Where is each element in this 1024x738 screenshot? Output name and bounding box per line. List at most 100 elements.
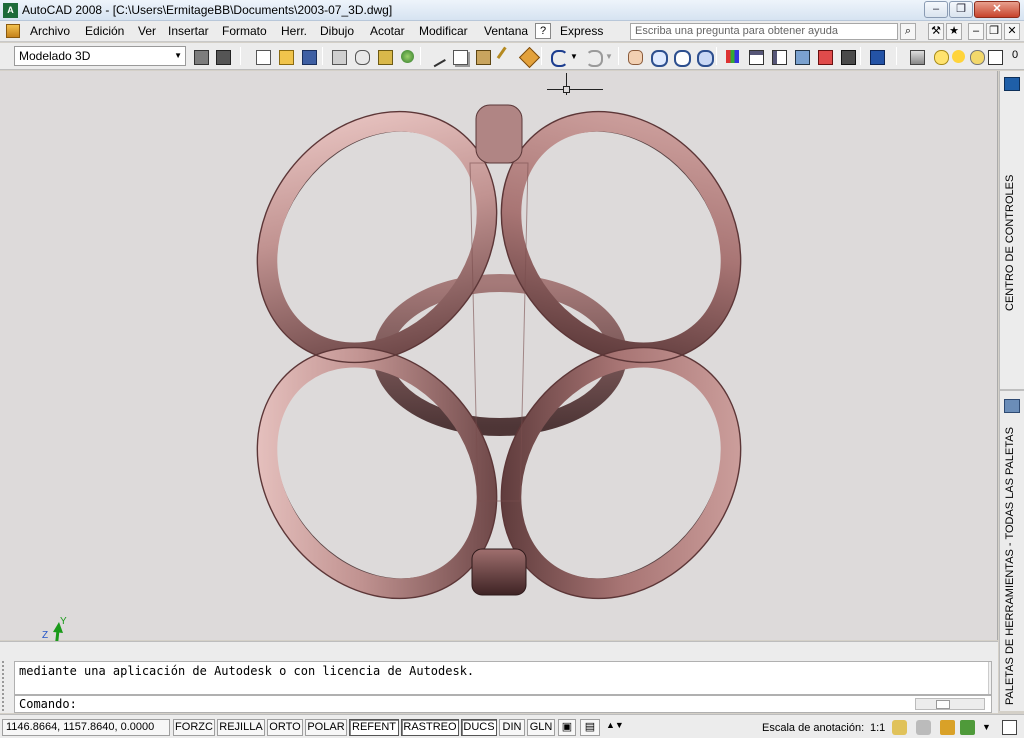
undo-icon[interactable] xyxy=(547,46,568,67)
status-scroll-arrows-icon[interactable]: ▲▼ xyxy=(606,720,624,730)
menu-edicion[interactable]: Edición xyxy=(85,24,124,38)
zoom-previous-icon[interactable] xyxy=(693,46,714,67)
menu-insertar[interactable]: Insertar xyxy=(168,24,209,38)
redo-icon[interactable] xyxy=(582,46,603,67)
osnap-toggle[interactable]: REFENT xyxy=(349,719,399,736)
redo-dropdown-icon[interactable]: ▼ xyxy=(605,52,613,61)
help-button[interactable]: ? xyxy=(535,23,551,39)
document-icon[interactable] xyxy=(6,24,20,38)
help-icon[interactable] xyxy=(866,46,886,66)
control-center-tab[interactable]: CENTRO DE CONTROLES xyxy=(1004,171,1022,311)
annotation-visibility-icon[interactable] xyxy=(892,720,907,735)
close-button[interactable]: ✕ xyxy=(974,1,1020,18)
standard-toolbar: Modelado 3D ▼ ▼ ▼ 0 xyxy=(0,43,1024,70)
snap-toggle[interactable]: FORZC xyxy=(173,719,215,736)
lock-icon[interactable] xyxy=(940,720,955,735)
pan-realtime-icon[interactable] xyxy=(624,46,644,66)
coordinates-readout[interactable]: 1146.8664, 1157.8640, 0.0000 xyxy=(2,719,170,736)
ortho-toggle[interactable]: ORTO xyxy=(267,719,303,736)
menu-ver[interactable]: Ver xyxy=(138,24,156,38)
layer-name[interactable]: 0 xyxy=(1012,49,1018,61)
undo-dropdown-icon[interactable]: ▼ xyxy=(570,52,578,61)
workspace-save-icon[interactable] xyxy=(212,46,232,66)
design-center-icon[interactable] xyxy=(745,46,765,66)
menu-modificar[interactable]: Modificar xyxy=(419,24,468,38)
command-history-scrollbar[interactable] xyxy=(988,662,991,694)
layer-viewport-freeze-icon[interactable] xyxy=(966,46,986,66)
workspace-settings-icon[interactable] xyxy=(190,46,210,66)
menu-express[interactable]: Express xyxy=(560,24,603,38)
ducs-toggle[interactable]: DUCS xyxy=(461,719,497,736)
quickcalc-icon[interactable] xyxy=(837,46,857,66)
command-window-gripper[interactable] xyxy=(2,661,10,711)
save-icon[interactable] xyxy=(298,46,318,66)
annotation-scale-label: Escala de anotación: xyxy=(762,722,865,734)
doc-close-button[interactable]: ✕ xyxy=(1004,23,1020,40)
cut-icon[interactable] xyxy=(426,46,446,68)
doc-minimize-button[interactable]: – xyxy=(968,23,984,40)
palette-divider xyxy=(1000,389,1024,391)
minimize-button[interactable]: – xyxy=(924,1,948,18)
command-scroll-thumb[interactable] xyxy=(936,700,950,709)
tool-palettes-icon[interactable] xyxy=(768,46,788,66)
menu-archivo[interactable]: Archivo xyxy=(30,24,70,38)
workspace-value: Modelado 3D xyxy=(19,49,91,63)
print-preview-icon[interactable] xyxy=(351,46,371,66)
communication-center-status-icon[interactable] xyxy=(960,720,975,735)
help-search-input[interactable]: Escriba una pregunta para obtener ayuda xyxy=(630,23,898,40)
autocad-app-icon[interactable]: A xyxy=(3,3,18,18)
auto-scale-icon[interactable] xyxy=(916,720,931,735)
match-properties-icon[interactable] xyxy=(495,46,518,67)
properties-icon[interactable] xyxy=(722,46,742,66)
command-line-input[interactable]: Comando: xyxy=(14,695,992,713)
command-horizontal-scrollbar[interactable] xyxy=(915,698,985,710)
3d-ring-sphere-model[interactable] xyxy=(0,71,998,640)
otrack-toggle[interactable]: RASTREO xyxy=(401,719,459,736)
menu-acotar[interactable]: Acotar xyxy=(370,24,405,38)
status-menu-chevron-icon[interactable]: ▼ xyxy=(982,722,991,732)
menu-formato[interactable]: Formato xyxy=(222,24,267,38)
dyn-toggle[interactable]: DIN xyxy=(499,719,525,736)
tool-palettes-tab-icon[interactable] xyxy=(1004,399,1020,413)
print-icon[interactable] xyxy=(328,46,348,66)
bottom-joint xyxy=(471,548,527,596)
communication-center-icon[interactable]: ⚒ xyxy=(928,23,944,40)
command-window: mediante una aplicación de Autodesk o co… xyxy=(0,641,998,713)
restore-button[interactable]: ❐ xyxy=(949,1,973,18)
menu-ventana[interactable]: Ventana xyxy=(484,24,528,38)
lwt-toggle[interactable]: GLN xyxy=(527,719,555,736)
design-center-palette-icon[interactable] xyxy=(1004,77,1020,91)
clean-screen-icon[interactable] xyxy=(1002,720,1017,735)
layer-freeze-sun-icon[interactable] xyxy=(948,46,968,66)
layer-on-bulb-icon[interactable] xyxy=(930,46,950,66)
window-title: AutoCAD 2008 - [C:\Users\ErmitageBB\Docu… xyxy=(22,3,393,17)
favorites-icon[interactable]: ★ xyxy=(946,23,962,40)
menu-dibujo[interactable]: Dibujo xyxy=(320,24,354,38)
model-viewport[interactable]: Z Y X xyxy=(0,71,998,672)
zoom-window-icon[interactable] xyxy=(670,46,691,67)
block-editor-icon[interactable] xyxy=(518,46,541,69)
3d-dwf-icon[interactable] xyxy=(397,46,417,66)
zoom-realtime-icon[interactable] xyxy=(647,46,668,67)
search-icon[interactable]: ⌕ xyxy=(900,23,916,40)
copy-icon[interactable] xyxy=(449,46,469,66)
back-ring xyxy=(373,274,627,436)
menu-bar: Archivo Edición Ver Insertar Formato Her… xyxy=(0,21,1024,42)
publish-icon[interactable] xyxy=(374,46,394,66)
sheet-set-manager-icon[interactable] xyxy=(791,46,811,66)
model-space-icon[interactable]: ▣ xyxy=(558,719,576,736)
layer-properties-icon[interactable] xyxy=(906,46,926,66)
paste-icon[interactable] xyxy=(472,46,492,66)
tool-palettes-tab[interactable]: PALETAS DE HERRAMIENTAS - TODAS LAS PALE… xyxy=(1004,423,1022,705)
workspace-dropdown[interactable]: Modelado 3D ▼ xyxy=(14,46,186,66)
polar-toggle[interactable]: POLAR xyxy=(305,719,347,736)
doc-restore-button[interactable]: ❐ xyxy=(986,23,1002,40)
annotation-scale-value[interactable]: 1:1 xyxy=(870,722,885,734)
new-file-icon[interactable] xyxy=(252,46,272,66)
layout-icon[interactable]: ▤ xyxy=(580,719,600,736)
markup-set-manager-icon[interactable] xyxy=(814,46,834,66)
open-file-icon[interactable] xyxy=(275,46,295,66)
grid-toggle[interactable]: REJILLA xyxy=(217,719,265,736)
layer-color-swatch-icon[interactable] xyxy=(984,46,1004,66)
menu-herr[interactable]: Herr. xyxy=(281,24,307,38)
